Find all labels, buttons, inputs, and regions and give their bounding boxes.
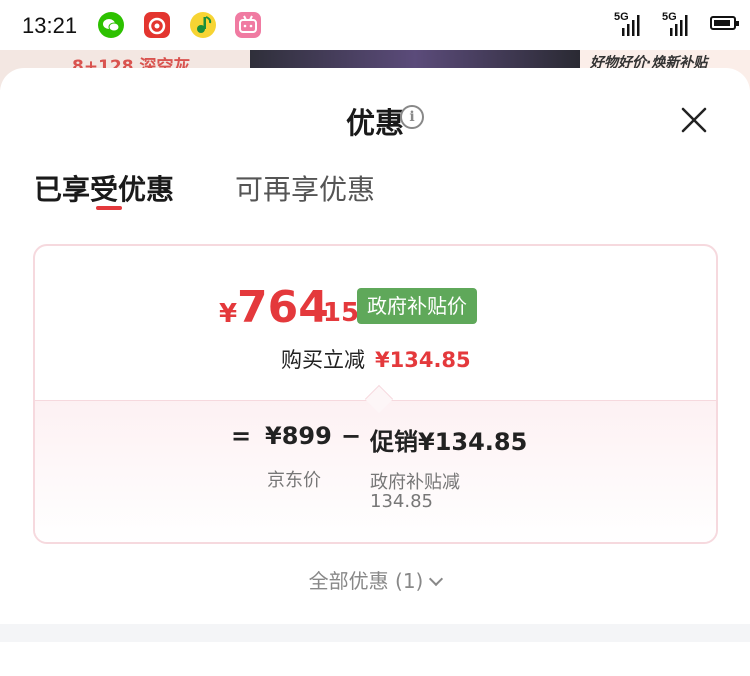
discount-card: ¥ 764 .15 政府补贴价 购买立减 ¥134.85 = ¥899 − 促销¥… xyxy=(33,244,718,544)
bilibili-icon xyxy=(235,12,261,38)
formula-minus: − xyxy=(341,422,362,450)
wechat-icon xyxy=(98,12,124,38)
jd-price-label: 京东价 xyxy=(267,470,321,491)
formula-promotion: 促销¥134.85 xyxy=(370,428,528,456)
sheet-title-row: 优惠 xyxy=(0,100,750,142)
price-decimal: .15 xyxy=(313,298,360,328)
section-divider xyxy=(0,624,750,642)
formula-equals: = xyxy=(231,422,252,450)
sheet-title: 优惠 xyxy=(345,106,404,140)
active-tab-indicator xyxy=(96,206,122,210)
qq-music-icon xyxy=(190,12,216,38)
status-time: 13:21 xyxy=(22,13,78,38)
all-discounts-label: 全部优惠 (1) xyxy=(308,569,424,593)
battery-icon xyxy=(710,16,739,30)
tab-more-discounts[interactable]: 可再享优惠 xyxy=(235,168,375,208)
discount-sheet: 优惠 i 已享受优惠 可再享优惠 ¥ 764 .15 政府补贴价 购买立减 ¥13… xyxy=(0,68,750,676)
status-bar: 13:21 5G 5G xyxy=(0,0,750,50)
purchase-reduction: 购买立减 ¥134.85 xyxy=(281,344,471,374)
formula-jd-price: ¥899 xyxy=(265,422,332,450)
signal-strength-icon: 5G xyxy=(614,11,644,39)
all-discounts-toggle[interactable]: 全部优惠 (1) xyxy=(0,565,750,594)
gov-subsidy-badge: 政府补贴价 xyxy=(357,288,477,324)
netease-music-icon xyxy=(144,12,170,38)
reduction-amount: ¥134.85 xyxy=(375,348,471,372)
tab-enjoyed-discounts[interactable]: 已享受优惠 xyxy=(34,168,174,208)
info-icon[interactable]: i xyxy=(400,105,424,129)
gov-subsidy-amount: 134.85 xyxy=(370,491,433,512)
signal-strength-icon: 5G xyxy=(662,11,692,39)
reduction-label: 购买立减 xyxy=(281,348,365,372)
price-currency: ¥ xyxy=(219,299,238,329)
close-icon[interactable] xyxy=(680,106,708,134)
chevron-down-icon xyxy=(429,571,444,587)
